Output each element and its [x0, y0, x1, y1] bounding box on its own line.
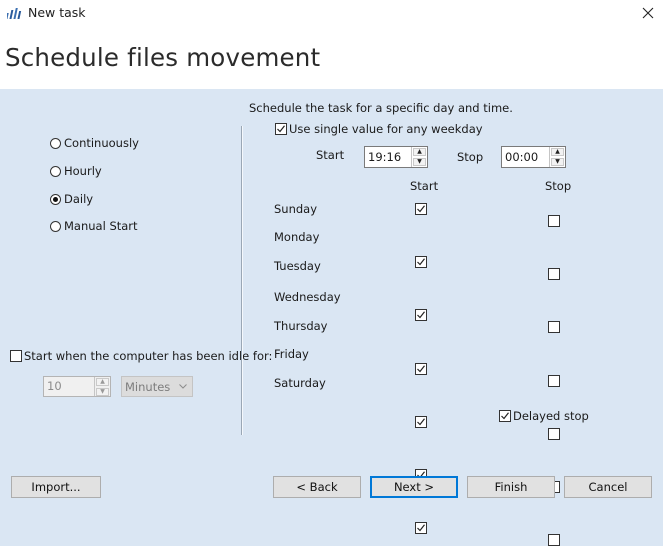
next-button[interactable]: Next >	[370, 476, 458, 498]
page-title: Schedule files movement	[5, 43, 321, 72]
tuesday-stop-checkbox[interactable]	[548, 321, 560, 333]
start-time-label: Start	[316, 148, 345, 162]
radio-continuously[interactable]: Continuously	[50, 136, 139, 150]
spin-down-icon[interactable]: ▼	[551, 158, 564, 166]
monday-start-checkbox[interactable]	[415, 256, 427, 268]
check-icon	[417, 205, 425, 213]
radio-indicator[interactable]	[50, 137, 61, 149]
tuesday-start-checkbox[interactable]	[415, 309, 427, 321]
check-icon	[501, 412, 509, 420]
day-label-thursday: Thursday	[274, 319, 328, 333]
radio-indicator[interactable]	[50, 165, 61, 177]
spin-up-icon[interactable]: ▲	[551, 148, 564, 156]
radio-hourly[interactable]: Hourly	[50, 164, 102, 178]
idle-start-option[interactable]: Start when the computer has been idle fo…	[10, 349, 272, 363]
check-icon	[417, 418, 425, 426]
single-value-checkbox[interactable]	[275, 123, 287, 135]
vertical-separator	[241, 126, 243, 435]
check-icon	[417, 311, 425, 319]
day-label-monday: Monday	[274, 230, 320, 244]
thursday-stop-checkbox[interactable]	[548, 428, 560, 440]
schedule-description: Schedule the task for a specific day and…	[249, 101, 513, 115]
saturday-start-checkbox[interactable]	[415, 522, 427, 534]
wednesday-stop-checkbox[interactable]	[548, 375, 560, 387]
radio-daily[interactable]: Daily	[50, 192, 93, 206]
check-icon	[277, 125, 285, 133]
spin-down-icon[interactable]: ▼	[96, 388, 109, 396]
day-label-tuesday: Tuesday	[274, 259, 321, 273]
wednesday-start-checkbox[interactable]	[415, 363, 427, 375]
spin-down-icon[interactable]: ▼	[413, 158, 426, 166]
radio-manual-start[interactable]: Manual Start	[50, 219, 138, 233]
start-time-stepper[interactable]: 19:16 ▲ ▼	[364, 146, 428, 168]
single-value-label: Use single value for any weekday	[289, 122, 483, 136]
header-area: New task Schedule files movement	[0, 0, 663, 89]
sunday-start-checkbox[interactable]	[415, 203, 427, 215]
check-icon	[417, 524, 425, 532]
sunday-stop-checkbox[interactable]	[548, 215, 560, 227]
back-button[interactable]: < Back	[273, 476, 361, 498]
idle-duration-stepper[interactable]: 10 ▲ ▼	[43, 376, 111, 397]
check-icon	[417, 258, 425, 266]
radio-indicator[interactable]	[50, 193, 61, 205]
chevron-down-icon	[179, 384, 187, 389]
radio-indicator[interactable]	[50, 220, 61, 232]
idle-checkbox[interactable]	[10, 350, 22, 362]
delayed-stop-label: Delayed stop	[513, 409, 589, 423]
idle-label: Start when the computer has been idle fo…	[24, 349, 273, 363]
radio-label: Manual Start	[64, 219, 138, 233]
day-label-friday: Friday	[274, 347, 309, 361]
stop-time-value: 00:00	[505, 150, 539, 164]
spin-up-icon[interactable]: ▲	[413, 148, 426, 156]
window-title: New task	[28, 5, 86, 20]
monday-stop-checkbox[interactable]	[548, 268, 560, 280]
close-icon	[642, 7, 654, 19]
column-header-start: Start	[410, 179, 439, 193]
saturday-stop-checkbox[interactable]	[548, 534, 560, 546]
spin-up-icon[interactable]: ▲	[96, 378, 109, 386]
column-header-stop: Stop	[545, 179, 572, 193]
idle-units-value: Minutes	[125, 379, 171, 394]
delayed-stop-checkbox[interactable]	[499, 410, 511, 422]
day-label-wednesday: Wednesday	[274, 290, 341, 304]
app-logo-icon	[7, 8, 22, 19]
delayed-stop-option[interactable]: Delayed stop	[499, 409, 589, 423]
close-button[interactable]	[636, 2, 660, 24]
single-value-option[interactable]: Use single value for any weekday	[275, 122, 483, 136]
idle-duration-value: 10	[47, 379, 62, 393]
idle-units-select[interactable]: Minutes	[121, 376, 193, 397]
stop-time-label: Stop	[457, 150, 484, 164]
check-icon	[417, 365, 425, 373]
radio-label: Daily	[64, 192, 94, 206]
radio-label: Hourly	[64, 164, 102, 178]
finish-button[interactable]: Finish	[467, 476, 555, 498]
import-button[interactable]: Import...	[11, 476, 101, 498]
day-label-sunday: Sunday	[274, 202, 318, 216]
start-time-value: 19:16	[368, 150, 402, 164]
radio-label: Continuously	[64, 136, 139, 150]
day-label-saturday: Saturday	[274, 376, 326, 390]
cancel-button[interactable]: Cancel	[564, 476, 652, 498]
thursday-start-checkbox[interactable]	[415, 416, 427, 428]
stop-time-stepper[interactable]: 00:00 ▲ ▼	[501, 146, 566, 168]
